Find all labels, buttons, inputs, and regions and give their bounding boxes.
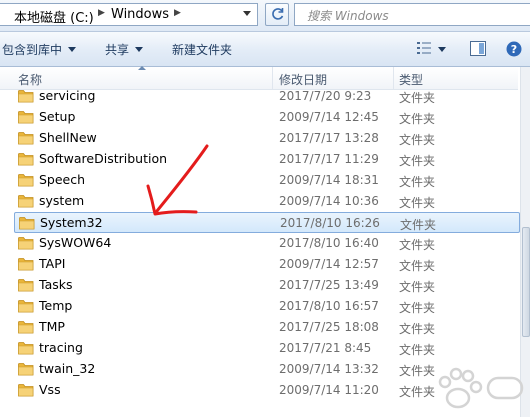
include-in-library-label: 包含到库中 <box>2 43 63 57</box>
folder-icon <box>18 363 34 376</box>
file-date-modified: 2017/7/25 13:49 <box>279 278 379 292</box>
file-row-system[interactable]: system 2009/7/14 10:36 文件夹 <box>14 191 520 212</box>
folder-icon <box>18 258 34 271</box>
file-name: servicing <box>39 88 96 103</box>
preview-pane-icon[interactable] <box>470 41 486 56</box>
file-row-servicing[interactable]: servicing 2017/7/20 9:23 文件夹 <box>14 86 520 107</box>
address-bar[interactable]: 本地磁盘 (C:) ▶ Windows ▶ <box>0 3 258 26</box>
file-date-modified: 2009/7/14 10:36 <box>279 194 379 208</box>
file-type: 文件夹 <box>399 301 436 315</box>
share-label: 共享 <box>105 43 130 57</box>
file-row-system32[interactable]: System32 2017/8/10 16:26 文件夹 <box>14 212 520 233</box>
chevron-down-icon <box>135 47 144 52</box>
file-type: 文件夹 <box>399 112 436 126</box>
file-name: TMP <box>39 319 65 334</box>
file-date-modified: 2009/7/14 12:45 <box>279 110 379 124</box>
file-name: Speech <box>39 172 86 187</box>
file-date-modified: 2017/7/17 11:29 <box>279 152 379 166</box>
file-date-modified: 2009/7/14 18:31 <box>279 173 379 187</box>
file-date-modified: 2009/7/14 12:57 <box>279 257 379 271</box>
include-in-library-button[interactable]: 包含到库中 <box>2 41 77 58</box>
sort-ascending-icon <box>138 66 146 70</box>
folder-icon <box>18 321 34 334</box>
folder-icon <box>18 132 34 145</box>
folder-icon <box>18 153 34 166</box>
folder-icon <box>19 217 35 230</box>
search-input[interactable]: 搜索 Windows <box>294 3 530 26</box>
file-row-tracing[interactable]: tracing 2017/7/21 8:45 文件夹 <box>14 338 520 359</box>
svg-text:?: ? <box>511 43 517 56</box>
address-history-dropdown-icon[interactable] <box>243 11 251 16</box>
file-date-modified: 2017/8/10 16:40 <box>279 236 379 250</box>
command-bar: 包含到库中 共享 新建文件夹 ? <box>0 32 530 67</box>
view-options-icon[interactable] <box>416 41 432 55</box>
share-button[interactable]: 共享 <box>105 41 144 58</box>
breadcrumb-windows[interactable]: Windows <box>111 7 169 22</box>
file-name: Vss <box>39 382 61 397</box>
watermark-logo-icon <box>438 367 524 409</box>
view-dropdown-icon[interactable] <box>438 47 446 52</box>
file-name: Setup <box>39 109 76 124</box>
file-name: SysWOW64 <box>39 235 112 250</box>
breadcrumb-drive[interactable]: 本地磁盘 (C:) <box>14 7 94 26</box>
file-name: TAPI <box>39 256 66 271</box>
file-row-tapi[interactable]: TAPI 2009/7/14 12:57 文件夹 <box>14 254 520 275</box>
file-date-modified: 2017/7/20 9:23 <box>279 89 372 103</box>
folder-icon <box>18 111 34 124</box>
file-type: 文件夹 <box>399 280 436 294</box>
file-type: 文件夹 <box>399 238 436 252</box>
file-name: tracing <box>39 340 83 355</box>
folder-icon <box>18 174 34 187</box>
folder-icon <box>18 279 34 292</box>
file-row-shellnew[interactable]: ShellNew 2017/7/17 13:28 文件夹 <box>14 128 520 149</box>
file-date-modified: 2017/7/25 18:08 <box>279 320 379 334</box>
file-date-modified: 2009/7/14 13:32 <box>279 362 379 376</box>
file-row-temp[interactable]: Temp 2017/8/10 16:57 文件夹 <box>14 296 520 317</box>
file-name: ShellNew <box>39 130 97 145</box>
file-name: twain_32 <box>39 361 96 376</box>
folder-icon <box>18 300 34 313</box>
refresh-button[interactable] <box>265 3 289 26</box>
scrollbar-thumb[interactable] <box>522 227 530 337</box>
folder-icon <box>18 90 34 103</box>
address-bar-area: 本地磁盘 (C:) ▶ Windows ▶ 搜索 Windows <box>0 0 530 32</box>
file-type: 文件夹 <box>400 218 437 232</box>
file-row-setup[interactable]: Setup 2009/7/14 12:45 文件夹 <box>14 107 520 128</box>
breadcrumb-separator-icon[interactable]: ▶ <box>98 8 105 18</box>
file-row-speech[interactable]: Speech 2009/7/14 18:31 文件夹 <box>14 170 520 191</box>
file-date-modified: 2017/7/21 8:45 <box>279 341 372 355</box>
folder-icon <box>18 342 34 355</box>
file-date-modified: 2009/7/14 11:20 <box>279 383 379 397</box>
file-name: Temp <box>39 298 73 313</box>
file-type: 文件夹 <box>399 259 436 273</box>
folder-icon <box>18 384 34 397</box>
folder-icon <box>18 237 34 250</box>
help-icon[interactable]: ? <box>506 41 522 57</box>
chevron-down-icon <box>68 47 77 52</box>
file-type: 文件夹 <box>399 133 436 147</box>
file-row-syswow64[interactable]: SysWOW64 2017/8/10 16:40 文件夹 <box>14 233 520 254</box>
file-name: system <box>39 193 85 208</box>
file-type: 文件夹 <box>399 175 436 189</box>
file-row-tmp[interactable]: TMP 2017/7/25 18:08 文件夹 <box>14 317 520 338</box>
file-type: 文件夹 <box>399 154 436 168</box>
file-type: 文件夹 <box>399 343 436 357</box>
file-type: 文件夹 <box>399 322 436 336</box>
file-name: Tasks <box>39 277 73 292</box>
file-date-modified: 2017/8/10 16:26 <box>280 216 380 230</box>
annotation-arrow-icon <box>146 144 209 216</box>
file-date-modified: 2017/7/17 13:28 <box>279 131 379 145</box>
new-folder-button[interactable]: 新建文件夹 <box>172 41 232 58</box>
breadcrumb-separator-icon[interactable]: ▶ <box>174 8 181 18</box>
file-row-tasks[interactable]: Tasks 2017/7/25 13:49 文件夹 <box>14 275 520 296</box>
search-placeholder: 搜索 Windows <box>307 9 389 23</box>
file-row-softwaredistribution[interactable]: SoftwareDistribution 2017/7/17 11:29 文件夹 <box>14 149 520 170</box>
refresh-icon <box>272 8 284 20</box>
file-type: 文件夹 <box>399 91 436 105</box>
folder-icon <box>18 195 34 208</box>
file-name: System32 <box>40 215 103 230</box>
file-date-modified: 2017/8/10 16:57 <box>279 299 379 313</box>
file-type: 文件夹 <box>399 196 436 210</box>
